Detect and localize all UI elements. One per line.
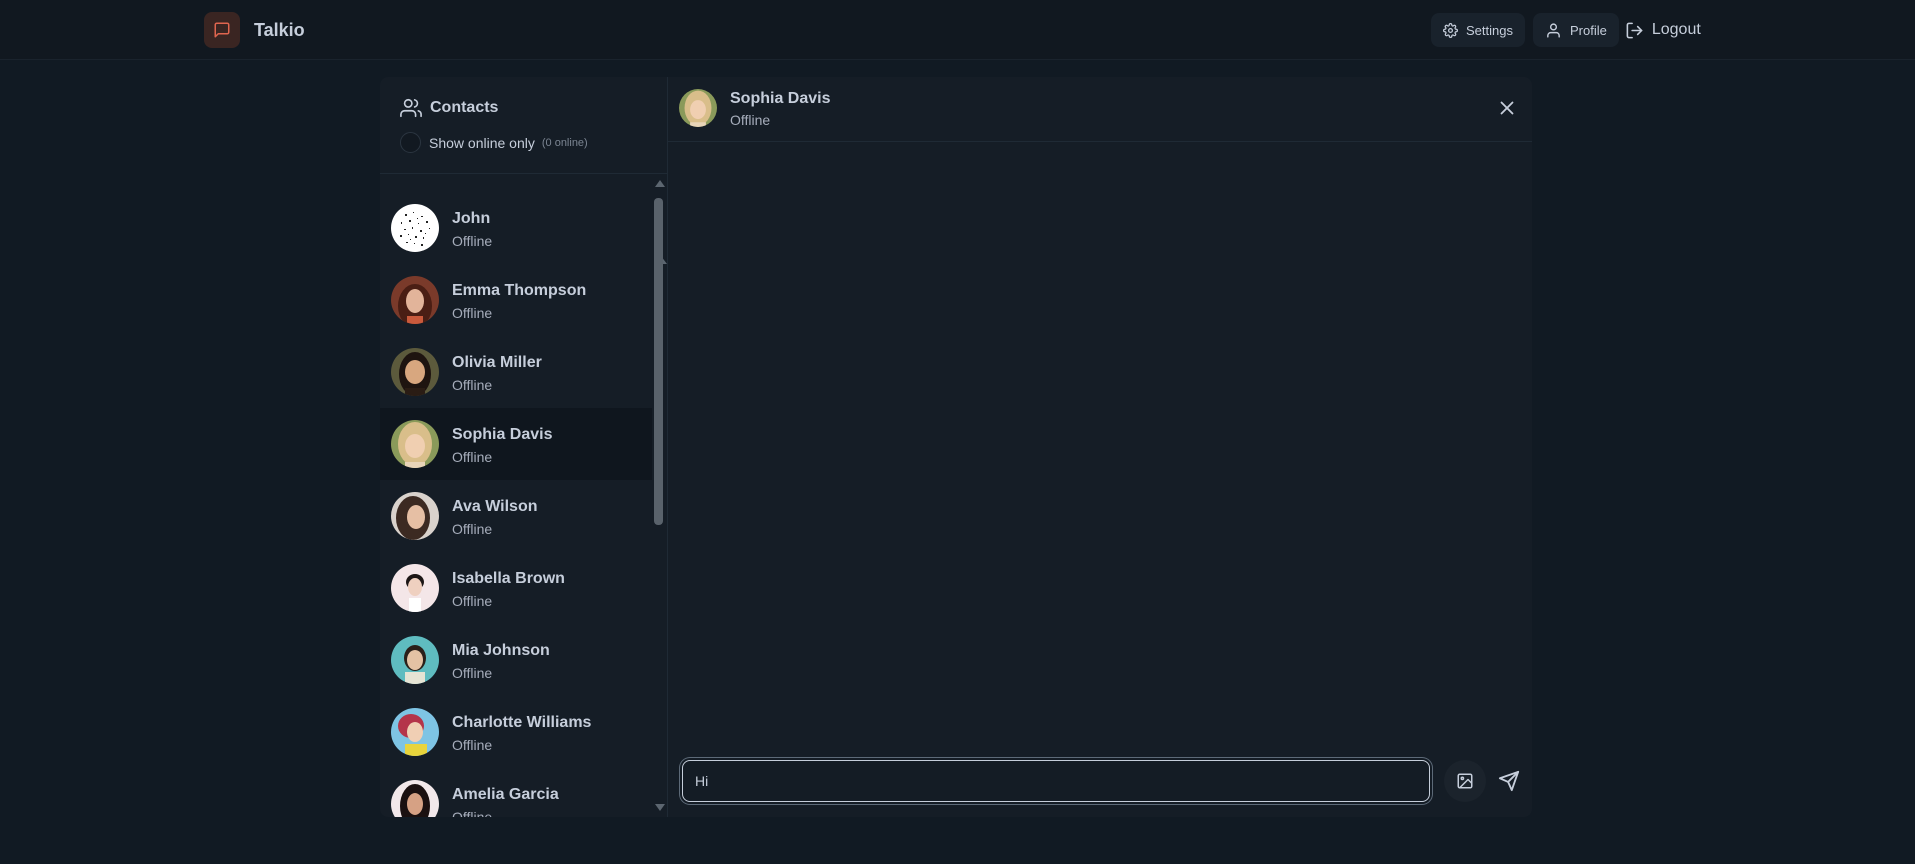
- chat-header: Sophia Davis Offline: [668, 77, 1532, 142]
- message-input[interactable]: [682, 760, 1430, 802]
- message-composer: [682, 760, 1522, 802]
- contact-status: Offline: [452, 521, 493, 537]
- image-icon: [1457, 773, 1473, 789]
- users-icon: [400, 98, 422, 118]
- logout-label: Logout: [1651, 21, 1701, 38]
- avatar: [391, 492, 439, 540]
- profile-label: Profile: [1569, 22, 1607, 38]
- message-square-icon: [204, 12, 240, 48]
- send-icon: [1498, 770, 1520, 792]
- contact-name: Olivia Miller: [452, 354, 542, 371]
- contact-name: Emma Thompson: [452, 282, 587, 299]
- avatar: [391, 204, 439, 252]
- attach-image-button[interactable]: [1444, 760, 1486, 802]
- contacts-list: John Offline Emma Thompson Offline Olivi…: [380, 192, 652, 817]
- sidebar-header: Contacts Show online only (0 online): [380, 77, 667, 174]
- contact-status: Offline: [452, 593, 493, 609]
- avatar: [391, 564, 439, 612]
- gear-icon: [1443, 22, 1458, 38]
- chat-app-container: Contacts Show online only (0 online) Joh…: [380, 77, 1532, 817]
- avatar: [391, 348, 439, 396]
- contacts-title-label: Contacts: [430, 99, 499, 116]
- show-online-label: Show online only: [429, 134, 535, 151]
- avatar: [679, 89, 717, 127]
- contact-name: Isabella Brown: [452, 570, 565, 587]
- contact-status: Offline: [452, 665, 493, 681]
- contact-status: Offline: [452, 233, 493, 249]
- chat-contact-name: Sophia Davis: [730, 90, 831, 107]
- contact-name: Charlotte Williams: [452, 714, 592, 731]
- logout-button[interactable]: Logout: [1619, 13, 1701, 47]
- contact-item[interactable]: Mia Johnson Offline: [380, 624, 652, 696]
- contact-name: Amelia Garcia: [452, 786, 559, 803]
- scroll-up-icon[interactable]: [655, 180, 665, 187]
- settings-button[interactable]: Settings: [1431, 13, 1525, 47]
- avatar: [391, 780, 439, 817]
- contact-item[interactable]: Olivia Miller Offline: [380, 336, 652, 408]
- profile-button[interactable]: Profile: [1532, 13, 1619, 47]
- contact-item[interactable]: Amelia Garcia Offline: [380, 768, 652, 817]
- contact-status: Offline: [452, 305, 493, 321]
- contact-name: John: [452, 210, 491, 227]
- avatar: [391, 276, 439, 324]
- brand-link[interactable]: Talkio: [204, 12, 305, 48]
- scroll-down-icon[interactable]: [655, 804, 665, 811]
- contact-item[interactable]: Ava Wilson Offline: [380, 480, 652, 552]
- user-icon: [1547, 22, 1560, 38]
- contact-name: Mia Johnson: [452, 642, 550, 659]
- contacts-sidebar: Contacts Show online only (0 online) Joh…: [380, 77, 668, 817]
- contact-item[interactable]: Isabella Brown Offline: [380, 552, 652, 624]
- app-name: Talkio: [254, 19, 305, 40]
- contact-status: Offline: [452, 809, 493, 817]
- contact-item[interactable]: John Offline: [380, 192, 652, 264]
- close-chat-button[interactable]: [1496, 97, 1518, 119]
- contact-status: Offline: [452, 377, 493, 393]
- contact-item[interactable]: Charlotte Williams Offline: [380, 696, 652, 768]
- show-online-checkbox[interactable]: [400, 132, 421, 153]
- contact-name: Sophia Davis: [452, 426, 553, 443]
- settings-label: Settings: [1466, 22, 1513, 38]
- contact-status: Offline: [452, 737, 493, 753]
- online-filter[interactable]: Show online only (0 online): [400, 132, 588, 153]
- contact-item[interactable]: Emma Thompson Offline: [380, 264, 652, 336]
- logout-icon: [1626, 22, 1643, 38]
- contact-item-selected[interactable]: Sophia Davis Offline: [380, 408, 652, 480]
- nav-actions: Settings Profile Logout: [1431, 12, 1701, 48]
- top-navbar: Talkio Settings Profile Logout: [0, 0, 1915, 60]
- chat-contact-status: Offline: [730, 112, 771, 128]
- avatar: [391, 420, 439, 468]
- online-count: (0 online): [541, 136, 588, 149]
- contacts-title: Contacts: [400, 97, 498, 119]
- contact-status: Offline: [452, 449, 493, 465]
- contact-name: Ava Wilson: [452, 498, 538, 515]
- avatar: [391, 636, 439, 684]
- scroll-thumb[interactable]: [654, 198, 663, 525]
- avatar: [391, 708, 439, 756]
- messages-area: [668, 143, 1532, 743]
- chat-panel: Sophia Davis Offline: [668, 77, 1532, 817]
- send-button[interactable]: [1488, 760, 1530, 802]
- close-icon: [1500, 101, 1514, 115]
